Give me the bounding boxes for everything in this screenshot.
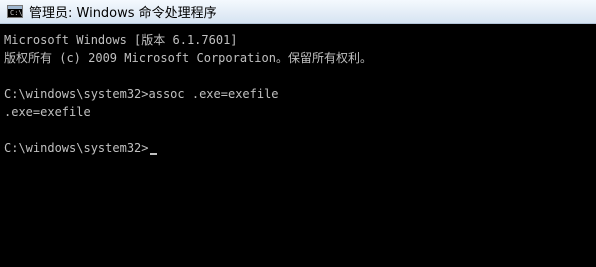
cmd-icon-glyph: C:\: [10, 9, 23, 17]
window-title: 管理员: Windows 命令处理程序: [29, 6, 217, 21]
cmd-window: C:\ 管理员: Windows 命令处理程序 Microsoft Window…: [0, 0, 596, 267]
console-line-output: .exe=exefile: [4, 105, 91, 119]
console-line-command: C:\windows\system32>assoc .exe=exefile: [4, 87, 279, 101]
console-line-version: Microsoft Windows [版本 6.1.7601]: [4, 33, 238, 47]
text-cursor: [149, 153, 157, 155]
console-current-line[interactable]: C:\windows\system32>: [4, 139, 596, 157]
title-bar[interactable]: C:\ 管理员: Windows 命令处理程序: [0, 0, 596, 24]
command-prompt: C:\windows\system32>: [4, 141, 149, 155]
console-line-copyright: 版权所有 (c) 2009 Microsoft Corporation。保留所有…: [4, 51, 372, 65]
console-area[interactable]: Microsoft Windows [版本 6.1.7601] 版权所有 (c)…: [0, 24, 596, 267]
cmd-icon[interactable]: C:\: [7, 5, 23, 18]
